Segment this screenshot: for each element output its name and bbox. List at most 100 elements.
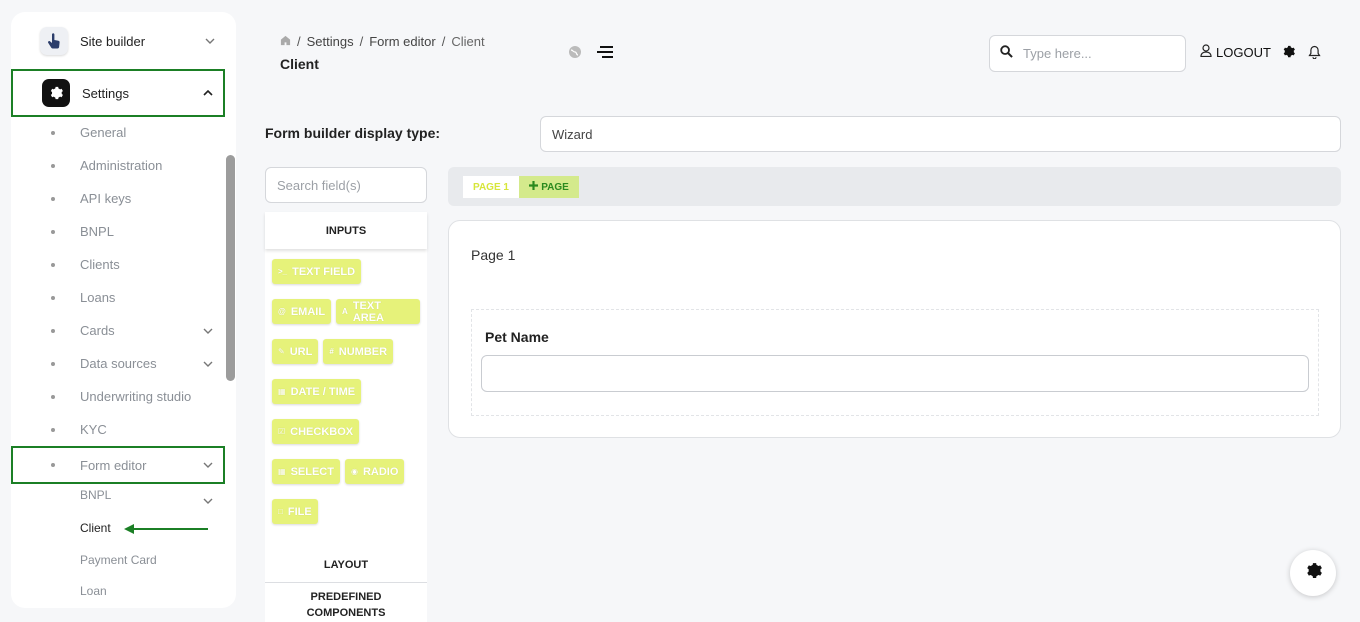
hash-icon: # [329,347,334,356]
nav-site-builder[interactable]: Site builder [11,17,225,65]
inputs-group-header[interactable]: INPUTS [265,212,427,249]
search-input[interactable] [1023,46,1173,61]
form-editor-item-payment-card[interactable]: Payment Card [11,545,225,575]
list-icon: ▦ [278,467,286,476]
at-icon: @ [278,307,286,316]
bullet-icon [51,328,55,333]
tab-page-1[interactable]: PAGE 1 [463,176,519,198]
sidebar-item-underwriting-studio[interactable]: Underwriting studio [11,380,225,413]
menu-toggle-icon[interactable] [596,45,614,64]
nav-settings[interactable]: Settings [11,69,225,117]
breadcrumb-form-editor[interactable]: Form editor [369,34,435,49]
gear-icon [42,79,70,107]
sidebar-item-general[interactable]: General [11,116,225,149]
sidebar-item-cards[interactable]: Cards [11,314,225,347]
component-palette: INPUTS >_ TEXT FIELD @ EMAIL A TEXT AREA ✎ U… [265,212,427,622]
field-search-input[interactable] [277,168,417,202]
bell-icon[interactable] [1308,45,1321,64]
chip-date-time[interactable]: ▦ DATE / TIME [272,379,362,404]
link-icon: ✎ [278,347,285,356]
breadcrumb-settings[interactable]: Settings [307,34,354,49]
chip-label: URL [289,345,313,358]
chip-label: TEXT FIELD [292,265,356,278]
chip-text-area[interactable]: A TEXT AREA [336,299,420,324]
chip-checkbox[interactable]: ☑ CHECKBOX [272,419,360,444]
sidebar-scrollbar[interactable] [226,155,235,381]
sidebar-item-administration[interactable]: Administration [11,149,225,182]
check-square-icon: ☑ [278,427,286,436]
nav-settings-label: Settings [82,85,129,101]
sidebar-item-label: Data sources [80,356,157,371]
chevron-down-icon [203,361,213,367]
form-editor-item-label: Loan [80,584,107,598]
pet-name-input[interactable] [481,355,1309,392]
font-icon: A [342,307,348,316]
sidebar-item-form-editor[interactable]: Form editor [11,446,225,484]
header-icons [568,45,614,64]
form-editor-item-bnpl[interactable]: BNPL [11,481,225,511]
bullet-icon [51,427,55,432]
chip-file[interactable]: □ FILE [272,499,318,524]
predefined-group-header[interactable]: PREDEFINED COMPONENTS [265,589,427,622]
chip-radio[interactable]: ◉ RADIO [344,459,405,484]
arrow-left-icon [124,524,208,534]
breadcrumb-client: Client [451,34,485,49]
pet-name-label: Pet Name [485,329,549,345]
chip-label: FILE [287,505,312,518]
sidebar-item-label: General [80,125,127,140]
globe-icon[interactable] [568,45,582,64]
chevron-down-icon [203,491,213,509]
display-type-label: Form builder display type: [265,125,441,141]
chip-text-field[interactable]: >_ TEXT FIELD [272,259,362,284]
sidebar-item-label: KYC [80,422,107,437]
chip-label: NUMBER [338,345,388,358]
chip-label: DATE / TIME [290,385,356,398]
bullet-icon [51,229,55,234]
breadcrumb-separator: / [297,34,301,49]
bullet-icon [51,463,55,467]
user-icon [1200,44,1212,60]
sidebar-item-label: Clients [80,257,120,272]
nav-site-builder-label: Site builder [80,33,146,49]
settings-gear-icon[interactable] [1282,45,1295,63]
home-icon[interactable] [280,34,291,49]
chip-label: EMAIL [290,305,326,318]
gear-icon [1305,562,1322,584]
form-editor-item-label: Client [80,521,111,535]
chip-label: SELECT [290,465,334,478]
sidebar-item-label: Form editor [80,457,147,473]
sidebar-item-bnpl[interactable]: BNPL [11,215,225,248]
plus-icon [529,181,539,193]
sidebar-item-loans[interactable]: Loans [11,281,225,314]
floating-settings-button[interactable] [1290,550,1336,596]
chevron-up-icon [201,86,215,100]
layout-group-header[interactable]: LAYOUT [265,547,427,583]
chip-url[interactable]: ✎ URL [272,339,319,364]
chip-email[interactable]: @ EMAIL [272,299,332,324]
add-page-button[interactable]: PAGE [519,176,579,198]
sidebar-item-kyc[interactable]: KYC [11,413,225,446]
form-editor-item-loan[interactable]: Loan [11,576,225,606]
form-editor-item-label: BNPL [80,488,112,502]
radio-icon: ◉ [350,467,358,476]
sidebar: Site builder Settings General Administra… [11,12,236,608]
logout-label: LOGOUT [1216,44,1271,60]
breadcrumb-separator: / [441,34,446,49]
sidebar-item-api-keys[interactable]: API keys [11,182,225,215]
page-heading: Page 1 [471,247,516,263]
inputs-group: >_ TEXT FIELD @ EMAIL A TEXT AREA ✎ URL # NUM… [265,249,427,547]
chip-label: RADIO [362,465,399,478]
chip-number[interactable]: # NUMBER [323,339,394,364]
breadcrumb: / Settings / Form editor / Client [280,34,485,49]
sidebar-item-label: Cards [80,323,115,338]
chip-select[interactable]: ▦ SELECT [272,459,340,484]
sidebar-item-clients[interactable]: Clients [11,248,225,281]
sidebar-item-label: Loans [80,290,116,305]
add-page-label: PAGE [541,181,569,193]
chip-label: CHECKBOX [290,425,354,438]
calendar-icon: ▦ [278,387,286,396]
display-type-select[interactable]: Wizard [540,116,1341,152]
logout-button[interactable]: LOGOUT [1200,44,1271,60]
sidebar-item-data-sources[interactable]: Data sources [11,347,225,380]
bullet-icon [51,394,55,399]
